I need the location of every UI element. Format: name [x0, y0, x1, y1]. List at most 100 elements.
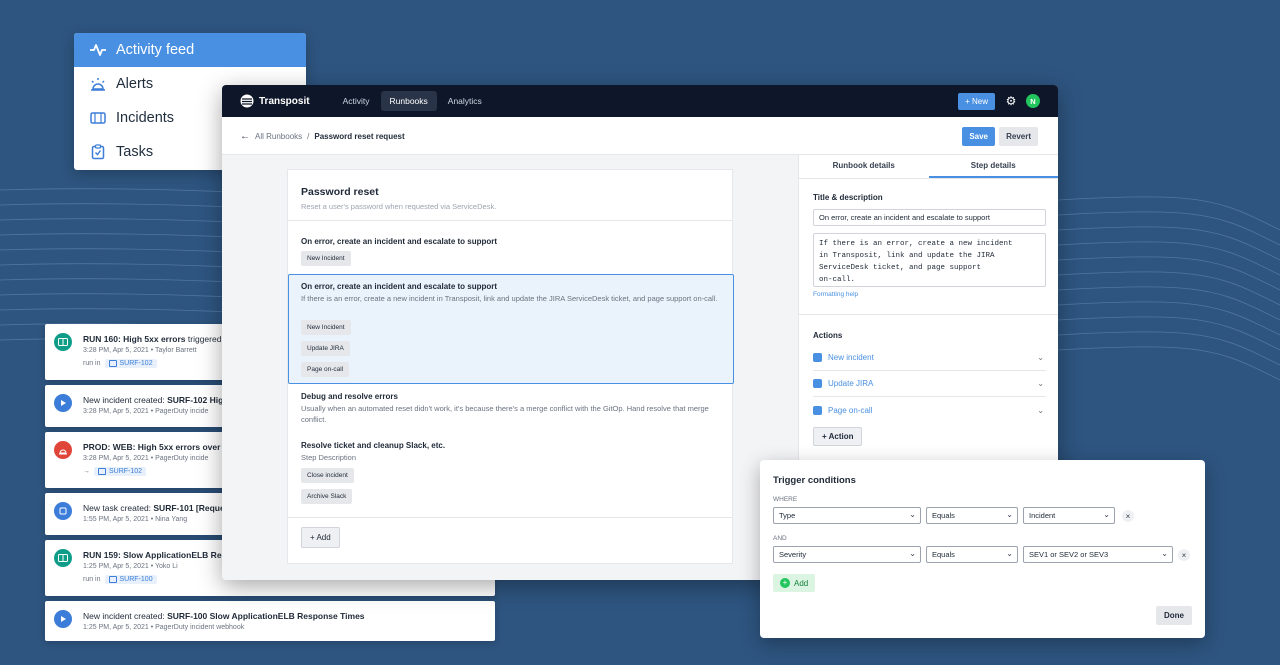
select-value: Equals	[932, 511, 955, 520]
value-select[interactable]: SEV1 or SEV2 or SEV3 ⌄	[1023, 546, 1173, 563]
save-button[interactable]: Save	[962, 127, 995, 146]
step-description-textarea[interactable]: If there is an error, create a new incid…	[813, 233, 1046, 287]
select-value: Equals	[932, 550, 955, 559]
trigger-conditions-card: Trigger conditions WHERE Type ⌄ Equals ⌄ I…	[760, 460, 1205, 638]
ticket-icon	[98, 468, 106, 475]
details-tabs: Runbook details Step details	[799, 155, 1058, 179]
tab-runbook-details[interactable]: Runbook details	[799, 155, 929, 178]
action-chip[interactable]: Archive Slack	[301, 489, 353, 504]
plus-icon: +	[780, 578, 790, 588]
tab-analytics[interactable]: Analytics	[439, 91, 491, 111]
action-chip[interactable]: New Incident	[301, 251, 351, 266]
field-select[interactable]: Severity ⌄	[773, 546, 921, 563]
and-label: AND	[773, 535, 787, 542]
step-description: If there is an error, create a new incid…	[301, 294, 718, 303]
operator-select[interactable]: Equals ⌄	[926, 507, 1018, 524]
done-button[interactable]: Done	[1156, 606, 1192, 625]
action-item[interactable]: Update JIRA ⌄	[813, 371, 1046, 397]
value-select[interactable]: Incident ⌄	[1023, 507, 1115, 524]
transposit-logo-icon	[240, 94, 254, 108]
formatting-help-link[interactable]: Formatting help	[813, 291, 858, 298]
actions-label: Actions	[813, 331, 843, 340]
alert-icon	[88, 74, 108, 94]
step-title[interactable]: On error, create an incident and escalat…	[301, 282, 497, 291]
action-icon	[813, 379, 822, 388]
feed-meta: 1:55 PM, Apr 5, 2021 • Nina Yang	[83, 516, 188, 523]
avatar[interactable]: N	[1026, 94, 1040, 108]
ticket-icon	[108, 576, 117, 583]
brand-logo[interactable]: Transposit	[240, 94, 310, 108]
trigger-title: Trigger conditions	[773, 475, 856, 486]
remove-condition-icon[interactable]: ×	[1122, 510, 1134, 522]
top-bar: Transposit Activity Runbooks Analytics +…	[222, 85, 1058, 117]
step-title[interactable]: Resolve ticket and cleanup Slack, etc.	[301, 441, 445, 450]
new-button[interactable]: + New	[958, 93, 995, 110]
back-arrow-icon[interactable]: ←	[240, 131, 250, 142]
ticket-tag-label: SURF-100	[119, 576, 153, 583]
step-title[interactable]: Debug and resolve errors	[301, 392, 398, 401]
feed-meta: 3:28 PM, Apr 5, 2021 • PagerDuty incide	[83, 408, 209, 415]
select-value: Incident	[1029, 511, 1056, 520]
action-item[interactable]: New incident ⌄	[813, 345, 1046, 371]
ticket-icon	[108, 360, 117, 367]
task-icon	[54, 502, 72, 520]
nav-label: Incidents	[116, 110, 175, 126]
chevron-down-icon: ⌄	[1006, 549, 1013, 558]
remove-condition-icon[interactable]: ×	[1178, 549, 1190, 561]
feed-title-prefix: New incident created:	[83, 395, 168, 405]
divider	[288, 220, 732, 221]
revert-button[interactable]: Revert	[999, 127, 1038, 146]
chevron-down-icon: ⌄	[909, 510, 916, 519]
ticket-tag-label: SURF-102	[119, 360, 153, 367]
divider	[799, 314, 1058, 315]
field-select[interactable]: Type ⌄	[773, 507, 921, 524]
feed-title-prefix: New incident created:	[83, 611, 168, 621]
select-value: SEV1 or SEV2 or SEV3	[1029, 550, 1109, 559]
chevron-down-icon[interactable]: ⌄	[1037, 406, 1044, 415]
ticket-tag[interactable]: SURF-100	[104, 575, 157, 584]
ticket-tag-label: SURF-102	[109, 468, 143, 475]
feed-item[interactable]: New incident created: SURF-100 Slow Appl…	[45, 601, 495, 641]
action-item[interactable]: Page on-call ⌄	[813, 397, 1046, 423]
nav-label: Tasks	[116, 144, 154, 160]
feed-title-prefix: New task created:	[83, 503, 154, 513]
feed-run-label: run in	[83, 576, 101, 583]
breadcrumb-parent[interactable]: All Runbooks	[255, 132, 302, 141]
incident-icon	[54, 394, 72, 412]
nav-label: Activity feed	[116, 42, 195, 58]
tab-runbooks[interactable]: Runbooks	[380, 91, 437, 111]
step-title-input[interactable]: On error, create an incident and escalat…	[813, 209, 1046, 226]
step-title[interactable]: On error, create an incident and escalat…	[301, 237, 497, 246]
chevron-down-icon[interactable]: ⌄	[1037, 379, 1044, 388]
step-description: Usually when an automated reset didn't w…	[301, 404, 709, 424]
feed-title-prefix: RUN 159:	[83, 550, 124, 560]
chevron-down-icon[interactable]: ⌄	[1037, 353, 1044, 362]
add-condition-button[interactable]: + Add	[773, 574, 816, 592]
action-chip[interactable]: Close incident	[301, 468, 354, 483]
action-chip[interactable]: New Incident	[301, 320, 351, 335]
brand-name: Transposit	[259, 95, 310, 107]
gear-icon[interactable]: ⚙	[1004, 94, 1018, 108]
feed-title: SURF-100 Slow ApplicationELB Response Ti…	[167, 611, 365, 621]
step-description: Step Description	[301, 453, 357, 462]
tab-step-details[interactable]: Step details	[928, 155, 1058, 178]
incident-icon	[54, 610, 72, 628]
ticket-tag[interactable]: SURF-102	[104, 359, 157, 368]
alert-icon	[54, 441, 72, 459]
nav-item-activity-feed[interactable]: Activity feed	[74, 33, 306, 67]
operator-select[interactable]: Equals ⌄	[926, 546, 1018, 563]
action-chip[interactable]: Page on-call	[301, 362, 350, 377]
runbook-icon	[54, 549, 72, 567]
feed-title: SURF-102 Hig	[167, 395, 224, 405]
feed-title: High 5xx errors	[123, 334, 186, 344]
chevron-down-icon: ⌄	[909, 549, 916, 558]
action-chip[interactable]: Update JIRA	[301, 341, 350, 356]
add-step-button[interactable]: + Add	[301, 527, 340, 548]
add-action-button[interactable]: + Action	[813, 427, 863, 446]
ticket-tag[interactable]: SURF-102	[94, 467, 147, 476]
title-description-label: Title & description	[813, 193, 883, 202]
feed-title-suffix: triggered	[185, 334, 222, 344]
chevron-down-icon: ⌄	[1161, 549, 1168, 558]
tab-activity[interactable]: Activity	[334, 91, 379, 111]
feed-meta: 1:25 PM, Apr 5, 2021 • PagerDuty inciden…	[83, 624, 245, 631]
